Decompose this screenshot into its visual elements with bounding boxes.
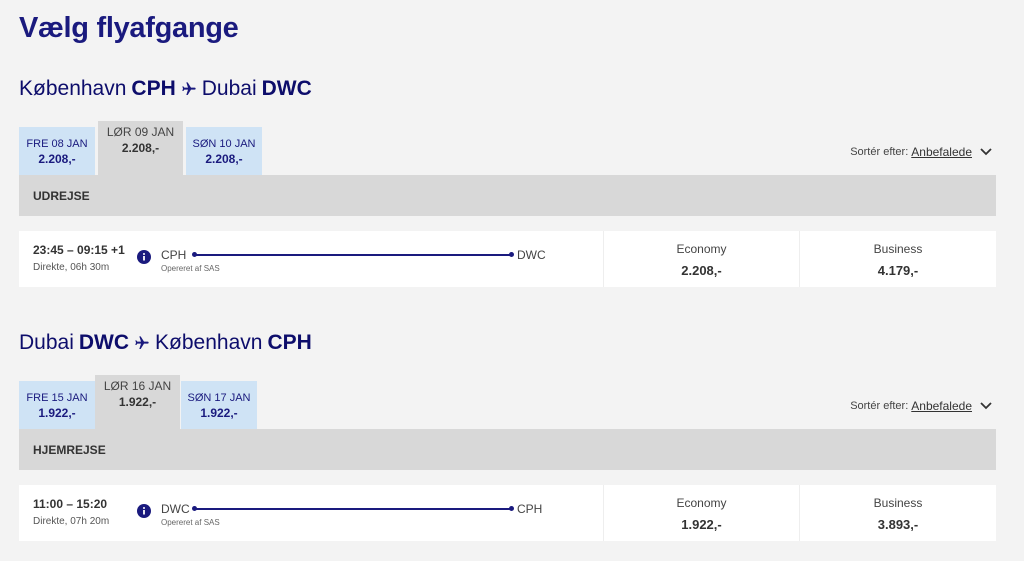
direction-bar: HJEMREJSE: [19, 429, 996, 470]
route-dot: [192, 506, 197, 511]
route-dot: [192, 252, 197, 257]
fare-class: Economy: [676, 242, 727, 256]
date-price: 2.208,-: [205, 152, 243, 166]
date-label: SØN 17 JAN: [187, 392, 251, 404]
fare-class: Business: [873, 242, 923, 256]
dest-code: CPH: [267, 331, 312, 354]
dest-city: København: [155, 331, 263, 354]
operated-by: Opereret af SAS: [161, 264, 220, 273]
chevron-down-icon[interactable]: [980, 148, 992, 156]
date-label: SØN 10 JAN: [192, 138, 256, 150]
flight-info: 11:00 – 15:20 Direkte, 07h 20m DWC Opere…: [19, 485, 604, 541]
business-fare[interactable]: Business 4.179,-: [800, 231, 996, 287]
info-icon[interactable]: [137, 504, 151, 523]
business-fare[interactable]: Business 3.893,-: [800, 485, 996, 541]
fare-price: 4.179,-: [877, 263, 919, 278]
flight-row[interactable]: 11:00 – 15:20 Direkte, 07h 20m DWC Opere…: [19, 485, 996, 541]
date-label: FRE 08 JAN: [26, 138, 88, 150]
fare-class: Business: [873, 496, 923, 510]
chevron-down-icon[interactable]: [980, 402, 992, 410]
origin-city: København: [19, 77, 127, 100]
sort-dropdown[interactable]: Anbefalede: [911, 399, 972, 413]
route-dot: [509, 252, 514, 257]
arrival-airport: CPH: [517, 502, 543, 516]
date-price: 1.922,-: [38, 406, 76, 420]
dest-code: DWC: [261, 77, 312, 100]
route-line: [192, 252, 514, 257]
sort-control: Sortér efter: Anbefalede: [850, 399, 992, 413]
date-label: FRE 15 JAN: [26, 392, 88, 404]
sort-dropdown[interactable]: Anbefalede: [911, 145, 972, 159]
date-price: 2.208,-: [38, 152, 76, 166]
date-label: LØR 16 JAN: [103, 379, 172, 393]
flight-info: 23:45 – 09:15 +1 Direkte, 06h 30m CPH Op…: [19, 231, 604, 287]
sort-label: Sortér efter:: [850, 146, 909, 158]
date-tab-prev[interactable]: FRE 15 JAN 1.922,-: [19, 381, 95, 429]
date-price: 2.208,-: [121, 141, 160, 155]
date-tab-next[interactable]: SØN 10 JAN 2.208,-: [186, 127, 262, 175]
flight-row[interactable]: 23:45 – 09:15 +1 Direkte, 06h 30m CPH Op…: [19, 231, 996, 287]
date-selector: FRE 08 JAN 2.208,- LØR 09 JAN 2.208,- SØ…: [19, 121, 996, 175]
outbound-section: København CPH Dubai DWC FRE 08 JAN 2.208…: [19, 75, 996, 287]
info-icon[interactable]: [137, 250, 151, 269]
operated-by: Opereret af SAS: [161, 518, 220, 527]
fare-price: 2.208,-: [681, 263, 722, 278]
date-price: 1.922,-: [118, 395, 157, 409]
direction-bar: UDREJSE: [19, 175, 996, 216]
plane-icon: [180, 81, 198, 97]
page-title: Vælg flyafgange: [19, 12, 239, 44]
return-section: Dubai DWC København CPH FRE 15 JAN 1.922…: [19, 329, 996, 541]
flight-duration: Direkte, 07h 20m: [33, 516, 110, 527]
departure-airport: CPH: [161, 248, 187, 262]
date-tab-selected[interactable]: LØR 16 JAN 1.922,-: [95, 375, 180, 429]
sort-label: Sortér efter:: [850, 400, 909, 412]
origin-code: CPH: [131, 77, 176, 100]
route-dot: [509, 506, 514, 511]
economy-fare[interactable]: Economy 1.922,-: [604, 485, 800, 541]
date-tab-next[interactable]: SØN 17 JAN 1.922,-: [181, 381, 257, 429]
flight-times: 11:00 – 15:20: [33, 497, 108, 511]
route-title: Dubai DWC København CPH: [19, 329, 996, 357]
arrival-airport: DWC: [517, 248, 546, 262]
origin-code: DWC: [78, 331, 130, 354]
origin-city: Dubai: [19, 331, 74, 354]
plane-icon: [133, 335, 151, 351]
sort-control: Sortér efter: Anbefalede: [850, 145, 992, 159]
dest-city: Dubai: [201, 77, 257, 100]
date-tab-selected[interactable]: LØR 09 JAN 2.208,-: [98, 121, 183, 175]
date-label: LØR 09 JAN: [106, 125, 175, 139]
date-price: 1.922,-: [200, 406, 238, 420]
route-title: København CPH Dubai DWC: [19, 75, 996, 103]
departure-airport: DWC: [161, 502, 190, 516]
economy-fare[interactable]: Economy 2.208,-: [604, 231, 800, 287]
flight-times: 23:45 – 09:15 +1: [33, 243, 125, 257]
date-selector: FRE 15 JAN 1.922,- LØR 16 JAN 1.922,- SØ…: [19, 375, 996, 429]
fare-class: Economy: [676, 496, 727, 510]
fare-price: 1.922,-: [681, 517, 722, 532]
flight-duration: Direkte, 06h 30m: [33, 262, 110, 273]
route-line: [192, 506, 514, 511]
fare-price: 3.893,-: [877, 517, 919, 532]
date-tab-prev[interactable]: FRE 08 JAN 2.208,-: [19, 127, 95, 175]
